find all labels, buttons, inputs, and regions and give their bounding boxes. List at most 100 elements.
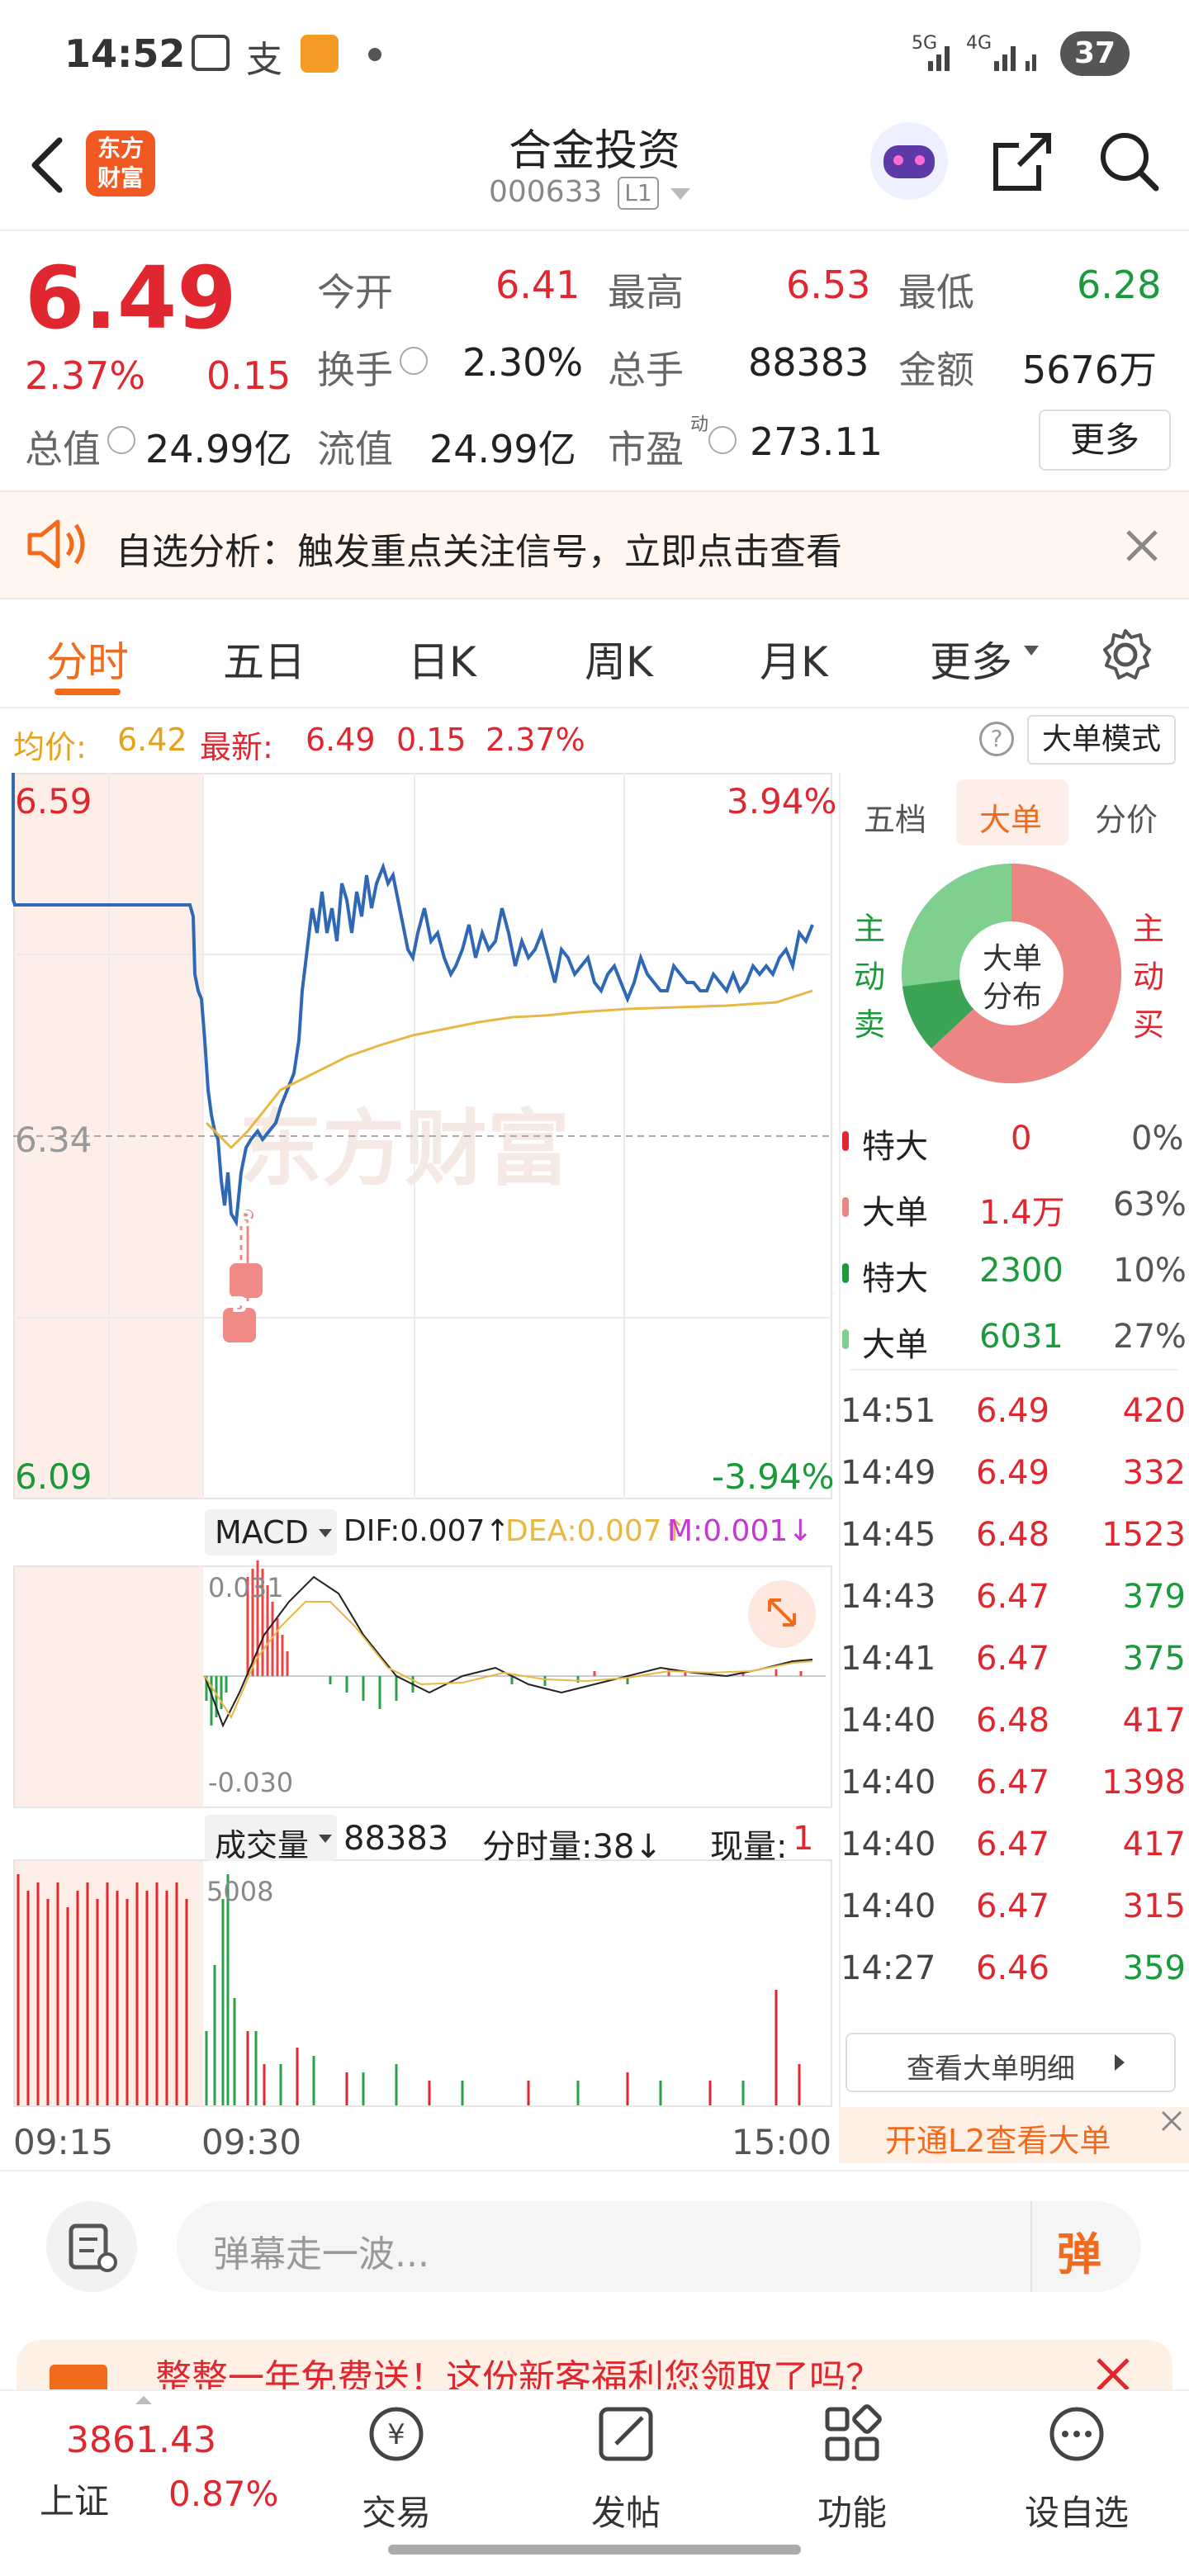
trade-time: 14:43 (841, 1578, 936, 1616)
info-dots-icon[interactable] (708, 426, 737, 454)
avg-price-line (205, 989, 813, 1150)
side-tab-five-level[interactable]: 五档 (864, 794, 926, 840)
promo-banner[interactable]: 整整一年免费送！这份新客福利您领取了吗？ (17, 2340, 1172, 2389)
stats-row: 特大 2300 10% (841, 1243, 1189, 1309)
trade-price: 6.48 (976, 1516, 1050, 1554)
trade-time: 14:49 (841, 1454, 936, 1492)
trade-price: 6.47 (976, 1764, 1050, 1802)
index-change[interactable]: 0.87% (168, 2474, 278, 2514)
side-tab-big-order[interactable]: 大单 (979, 794, 1042, 840)
caret-down-icon[interactable] (319, 1835, 332, 1843)
pe-value: 273.11 (750, 419, 883, 464)
detail-button-label: 查看大单明细 (907, 2053, 1075, 2086)
divider (0, 2170, 1189, 2171)
big-order-trade-list[interactable]: 14:51 6.49 420 14:49 6.49 332 14:45 6.48… (841, 1380, 1189, 2024)
donut-center-line1: 大单 (983, 942, 1043, 976)
nav-post[interactable]: 发帖 (558, 2393, 694, 2550)
robot-avatar-icon[interactable] (870, 122, 948, 200)
macd-label[interactable]: MACD (215, 1514, 309, 1551)
donut-center-line2: 分布 (983, 980, 1043, 1014)
price-line (12, 773, 814, 1228)
chevron-down-icon[interactable] (670, 188, 690, 200)
mktcap-label: 总值 (25, 427, 101, 471)
gear-icon[interactable] (1098, 627, 1153, 682)
nav-add-watchlist[interactable]: 设自选 (1009, 2393, 1144, 2550)
danmu-input[interactable]: 弹幕走一波... 弹 (177, 2201, 1141, 2292)
side-tab-price-dist[interactable]: 分价 (1095, 794, 1158, 840)
change-amount: 0.15 (206, 353, 291, 398)
stats-row: 特大 0 0% (841, 1111, 1189, 1177)
macd-chart (203, 1560, 826, 1728)
tab-more[interactable]: 更多 (930, 629, 1012, 689)
tab-weekly-k[interactable]: 周K (585, 629, 653, 689)
caret-down-icon[interactable] (319, 1529, 332, 1537)
tab-daily-k[interactable]: 日K (408, 629, 476, 689)
volume-label: 总手 (608, 348, 684, 392)
stock-name-title: 合金投资 (508, 126, 680, 176)
level-badge[interactable]: L1 (618, 177, 659, 210)
nav-label: 功能 (817, 2493, 887, 2533)
caret-down-icon[interactable] (1024, 646, 1039, 656)
more-dots-icon (1049, 2407, 1104, 2461)
tab-intraday[interactable]: 分时 (46, 629, 129, 689)
macd-bottom-label: -0.030 (208, 1767, 294, 1798)
list-item: 14:45 6.48 1523 (841, 1504, 1189, 1565)
promo-icon (50, 2365, 107, 2389)
banner-text[interactable]: 自选分析：触发重点关注信号，立即点击查看 (116, 522, 842, 575)
index-name[interactable]: 上证 (40, 2474, 109, 2524)
volume-label[interactable]: 成交量 (215, 1820, 309, 1865)
macd-top-label: 0.031 (208, 1572, 284, 1603)
pct-axis-bottom-label: -3.94% (712, 1456, 835, 1497)
search-icon[interactable] (1097, 129, 1163, 195)
pe-label: 市盈 (608, 427, 684, 471)
current-volume: 1 (793, 1820, 814, 1858)
info-dots-icon[interactable] (107, 426, 135, 454)
trade-time: 14:40 (841, 1887, 936, 1925)
nav-trade[interactable]: ¥ 交易 (329, 2393, 464, 2550)
danmu-send-icon[interactable]: 弹 (1057, 2218, 1101, 2283)
trade-time: 14:45 (841, 1516, 936, 1554)
view-big-order-detail-button[interactable]: 查看大单明细 (846, 2033, 1176, 2092)
amount-value: 5676万 (1022, 348, 1158, 392)
share-icon[interactable] (989, 129, 1055, 195)
info-dots-icon[interactable] (400, 347, 428, 375)
turnover-value: 2.30% (462, 340, 584, 385)
macd-m: M:0.001↓ (667, 1514, 813, 1548)
close-icon[interactable] (1093, 2351, 1133, 2389)
x-axis-end: 15:00 (732, 2122, 832, 2162)
list-item: 14:40 6.47 1398 (841, 1752, 1189, 1813)
trade-volume: 417 (1122, 1702, 1186, 1740)
index-value[interactable]: 3861.43 (66, 2419, 216, 2461)
y-axis-top-label: 6.59 (15, 781, 92, 822)
nav-functions[interactable]: 功能 (784, 2393, 920, 2550)
close-icon[interactable] (1159, 2109, 1184, 2133)
tab-monthly-k[interactable]: 月K (760, 629, 828, 689)
stats-row: 大单 6031 27% (841, 1309, 1189, 1376)
signal-bars-icon (928, 46, 1036, 71)
divider (850, 1369, 1177, 1371)
comment-list-icon[interactable] (46, 2201, 137, 2292)
trade-price: 6.49 (976, 1392, 1050, 1430)
volume-period: 分时量:38↓ (482, 1828, 662, 1866)
buy-char: 主 (1133, 911, 1165, 947)
l2-upgrade-banner[interactable]: 开通L2查看大单 (839, 2107, 1189, 2163)
more-quote-button[interactable]: 更多 (1039, 410, 1171, 471)
trade-volume: 315 (1122, 1887, 1186, 1925)
active-sell-label: 主 动 卖 (854, 905, 885, 1049)
mktcap-value: 24.99亿 (145, 427, 292, 471)
trade-price: 6.47 (976, 1825, 1050, 1863)
low-value: 6.28 (1077, 263, 1162, 307)
intraday-chart-svg[interactable] (0, 743, 842, 2147)
close-icon[interactable] (1123, 527, 1161, 565)
tab-five-day[interactable]: 五日 (223, 629, 306, 689)
big-order-mode-button[interactable]: 大单模式 (1027, 715, 1176, 765)
speaker-icon (27, 519, 85, 569)
scan-icon (192, 35, 230, 71)
expand-icon[interactable] (748, 1580, 816, 1648)
back-arrow-icon[interactable] (23, 132, 73, 198)
trade-volume: 417 (1122, 1825, 1186, 1863)
help-icon[interactable]: ? (979, 722, 1014, 756)
list-item: 14:43 6.47 379 (841, 1566, 1189, 1627)
trade-time: 14:40 (841, 1702, 936, 1740)
logo-line2: 财富 (97, 164, 144, 192)
